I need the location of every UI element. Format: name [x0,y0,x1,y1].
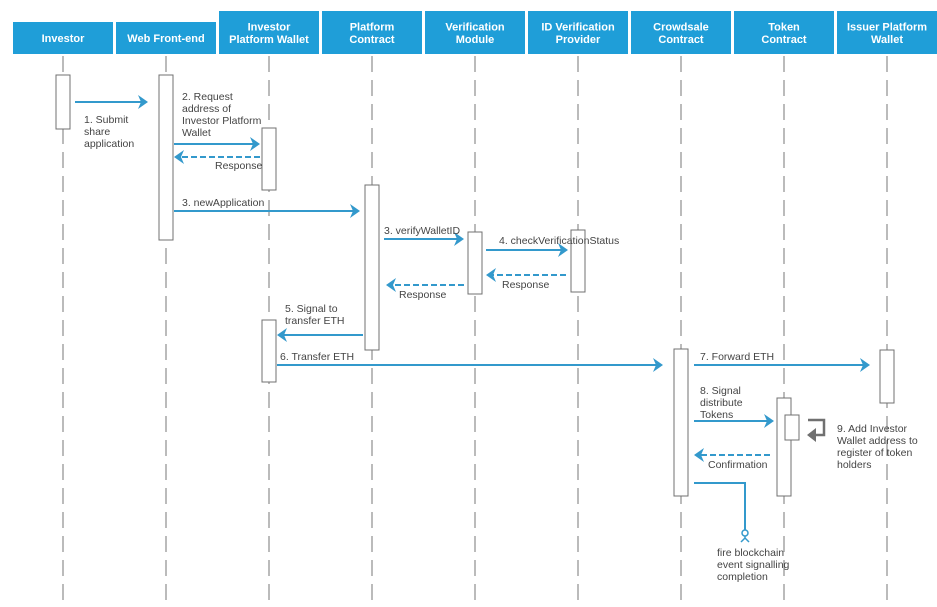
activation-bar-verification-module [467,231,483,295]
participant-label: Contract [761,34,807,46]
message-label: transfer ETH [285,315,345,327]
participant-label: Investor [42,33,86,45]
participant-label: Module [456,34,495,46]
message-label: Wallet [182,127,211,139]
message-label: 3. verifyWalletID [384,225,460,237]
participant-issuer-platform-wallet: Issuer PlatformWallet [837,11,937,54]
message-submit-share-application [75,95,148,109]
participant-web-front-end: Web Front-end [116,22,216,54]
message-label: 6. Transfer ETH [280,351,354,363]
activation-bar-investor [55,74,71,130]
message-label: holders [837,459,871,471]
participant-label: Contract [658,34,704,46]
activation-bar-investor-platform-wallet [261,127,277,191]
activation-bar-token-contract [784,414,800,441]
participant-label: Platform Wallet [229,34,309,46]
event-line [694,482,746,530]
message-label: Confirmation [708,459,768,471]
participant-verification-module: VerificationModule [425,11,525,54]
message-label: 4. checkVerificationStatus [499,235,619,247]
message-label: Response [502,279,549,291]
participant-investor: Investor [13,22,113,54]
message-label: share [84,126,110,138]
participant-label: Investor [248,21,292,33]
participant-label: Web Front-end [127,33,204,45]
participant-label: Crowdsale [653,21,709,33]
participant-label: Wallet [871,34,903,46]
event-endpoint-icon [740,529,750,543]
activation-bar-token-contract [776,397,792,497]
message-label: Tokens [700,409,733,421]
participant-platform-contract: PlatformContract [322,11,422,54]
message-label: 2. Request [182,91,233,103]
participant-label: Contract [349,34,395,46]
activation-bar-web-front-end [158,74,174,241]
message-label: 5. Signal to [285,303,338,315]
participant-id-verification-provider: ID VerificationProvider [528,11,628,54]
message-request-address [174,137,260,151]
message-label: Response [399,289,446,301]
sequence-diagram: Investor Web Front-endInvestorPlatform Wa… [13,11,937,600]
activation-bar-issuer-platform-wallet [879,349,895,404]
event-label: fire blockchain [717,547,784,559]
message-label: distribute [700,397,743,409]
message-label: 3. newApplication [182,197,264,209]
message-fire-event [694,482,750,543]
arrow-head-icon [486,268,496,282]
event-label: event signalling [717,559,790,571]
participant-label: Token [768,21,800,33]
message-label: 1. Submit [84,114,128,126]
participant-label: Platform [350,21,395,33]
message-label: Wallet address to [837,435,918,447]
participant-label: Verification [445,21,505,33]
message-label: Response [215,160,262,172]
message-label: Investor Platform [182,115,262,127]
participant-label: ID Verification [541,21,615,33]
message-label: 7. Forward ETH [700,351,774,363]
activation-bar-platform-contract [364,184,380,351]
message-label: register of token [837,447,912,459]
message-signal-transfer-eth [277,328,363,342]
message-label: 9. Add Investor [837,423,908,435]
participant-label: Issuer Platform [847,21,927,33]
message-label: application [84,138,134,150]
participant-crowdsale-contract: CrowdsaleContract [631,11,731,54]
event-label: completion [717,571,768,583]
arrow-head-icon [386,278,396,292]
participant-investor-platform-wallet: InvestorPlatform Wallet [219,11,319,54]
message-label: 8. Signal [700,385,741,397]
activation-bar-investor-platform-wallet [261,319,277,383]
message-label: address of [182,103,231,115]
participant-label: Provider [556,34,601,46]
message-add-investor-wallet [807,418,826,442]
activation-bar-crowdsale-contract [673,348,689,497]
participant-token-contract: TokenContract [734,11,834,54]
self-call-arrow-icon [807,428,816,442]
